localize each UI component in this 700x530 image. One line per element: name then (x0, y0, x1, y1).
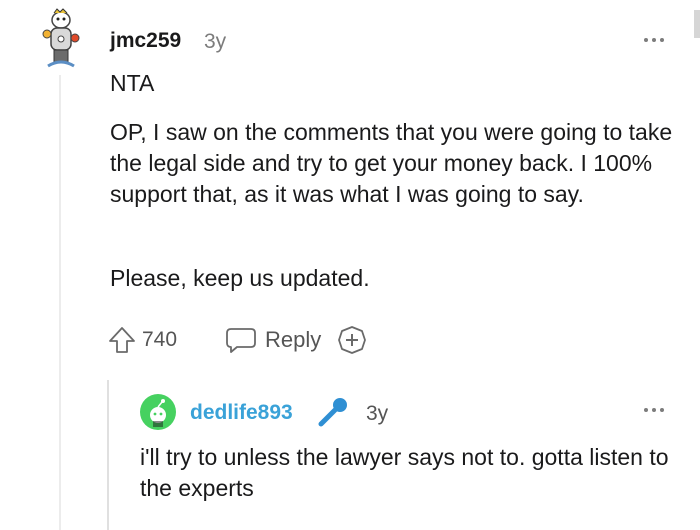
plus-circle-icon[interactable] (337, 325, 367, 355)
upvote-arrow-icon (109, 327, 135, 353)
thread-line[interactable] (59, 75, 61, 530)
ellipsis-icon (640, 30, 668, 50)
vote-score: 740 (142, 328, 178, 351)
reply-button[interactable]: Reply (225, 326, 321, 354)
reply-thread-line[interactable] (107, 380, 109, 530)
ellipsis-icon (640, 400, 668, 420)
comment-action-bar: 740 Reply (108, 322, 367, 358)
upvote-button[interactable]: 740 (108, 325, 177, 355)
speech-bubble-icon (226, 328, 256, 353)
comment-paragraph: OP, I saw on the comments that you were … (110, 119, 673, 207)
comment-paragraph: Please, keep us updated. (110, 265, 370, 291)
reply-username[interactable]: dedlife893 (190, 400, 293, 426)
reply-body: i'll try to unless the lawyer says not t… (140, 444, 669, 501)
reply-avatar[interactable] (140, 394, 176, 430)
comment-timestamp: 3y (204, 30, 227, 53)
scrollbar-thumb[interactable] (694, 10, 700, 38)
comment-paragraph: NTA (110, 70, 155, 96)
reply-label: Reply (265, 327, 322, 352)
comment-username[interactable]: jmc259 (110, 28, 181, 54)
user-avatar[interactable] (40, 8, 82, 72)
reply-timestamp: 3y (366, 402, 389, 425)
reply-more-button[interactable] (640, 400, 668, 420)
comment-more-button[interactable] (640, 30, 668, 50)
microphone-icon (318, 398, 347, 427)
